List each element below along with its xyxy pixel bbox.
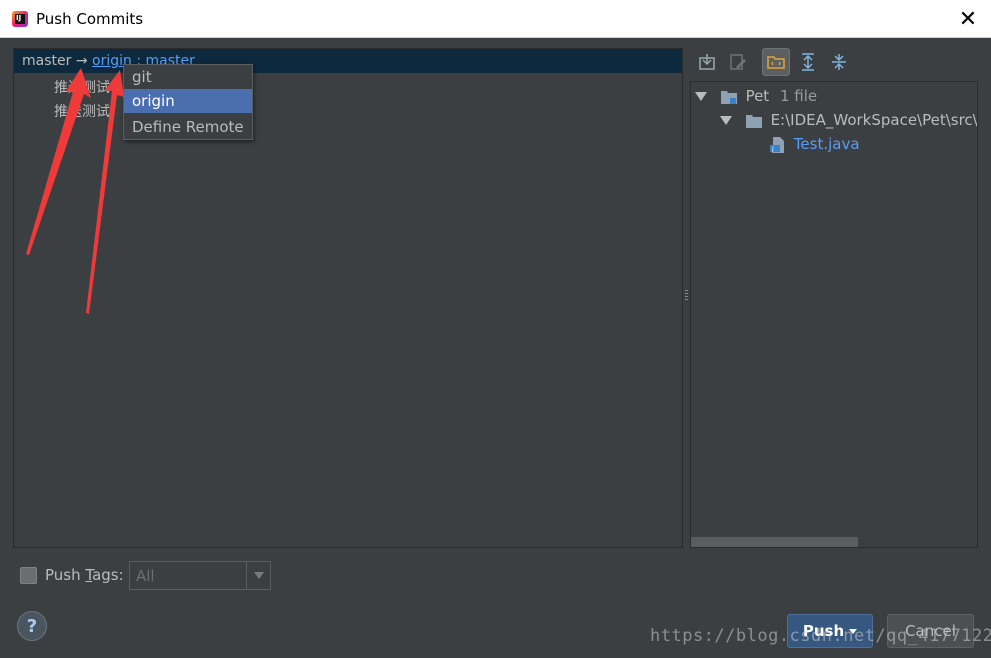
popup-item-define-remote[interactable]: Define Remote <box>124 115 252 139</box>
group-by-directory-icon <box>767 56 785 69</box>
show-diff-icon <box>699 54 715 70</box>
watermark-text: https://blog.csdn.net/qq_41771222 <box>650 626 991 646</box>
folder-icon <box>745 114 762 128</box>
tree-row-file[interactable]: J Test.java <box>769 135 860 154</box>
svg-text:J: J <box>771 146 774 153</box>
commit-item[interactable]: 推送测试 <box>54 77 110 97</box>
push-tags-checkbox[interactable] <box>20 566 37 584</box>
close-icon: ✕ <box>958 6 978 32</box>
expand-all-icon <box>802 53 814 71</box>
file-name: Test.java <box>793 135 860 153</box>
directory-path: E:\IDEA_WorkSpace\Pet\src\r <box>770 111 978 129</box>
collapse-all-button[interactable] <box>825 48 853 76</box>
show-diff-button[interactable] <box>693 48 721 76</box>
title-bar: IJ Push Commits ✕ <box>0 0 991 38</box>
commit-item[interactable]: 推送测试 <box>54 101 110 121</box>
popup-item-origin[interactable]: origin <box>124 89 252 113</box>
remote-popup-menu: git origin Define Remote <box>123 64 253 140</box>
intellij-app-icon: IJ <box>12 11 28 27</box>
push-tags-option[interactable]: Push Tags: <box>20 566 124 584</box>
edit-source-button[interactable] <box>724 48 752 76</box>
repo-push-row[interactable]: master → origin : master <box>14 49 682 73</box>
project-file-count: 1 file <box>779 87 818 105</box>
window-title: Push Commits <box>36 10 144 28</box>
tree-row-directory[interactable]: E:\IDEA_WorkSpace\Pet\src\r <box>720 111 978 129</box>
push-tags-label: Push Tags: <box>45 566 124 584</box>
expand-triangle-icon[interactable] <box>695 92 707 101</box>
close-button[interactable]: ✕ <box>945 0 991 38</box>
collapse-all-icon <box>832 54 846 70</box>
panel-splitter-handle[interactable] <box>685 288 689 304</box>
commits-tree[interactable]: master → origin : master 推送测试 推送测试 <box>13 48 683 548</box>
edit-source-icon <box>730 54 746 70</box>
push-tags-label-prefix: Push <box>45 566 86 584</box>
chevron-down-icon[interactable] <box>246 562 270 589</box>
changed-files-tree[interactable]: Pet 1 file E:\IDEA_WorkSpace\Pet\src\r J… <box>690 81 978 548</box>
tree-row-project[interactable]: Pet 1 file <box>695 87 817 105</box>
popup-item-git[interactable]: git <box>124 65 252 89</box>
horizontal-scrollbar-thumb[interactable] <box>691 537 858 547</box>
help-button[interactable]: ? <box>17 611 47 641</box>
question-mark-icon: ? <box>26 615 38 637</box>
group-by-directory-button[interactable] <box>762 48 790 76</box>
java-file-icon: J <box>770 136 784 153</box>
local-branch-label: master <box>22 53 72 69</box>
expand-triangle-icon[interactable] <box>720 116 732 125</box>
module-folder-icon <box>720 90 737 104</box>
arrow-right-icon: → <box>75 53 88 69</box>
push-tags-label-suffix: ags: <box>92 566 124 584</box>
expand-all-button[interactable] <box>794 48 822 76</box>
tags-combo-value: All <box>136 567 155 585</box>
tags-combo-box[interactable]: All <box>129 561 271 590</box>
project-name: Pet <box>745 87 770 105</box>
